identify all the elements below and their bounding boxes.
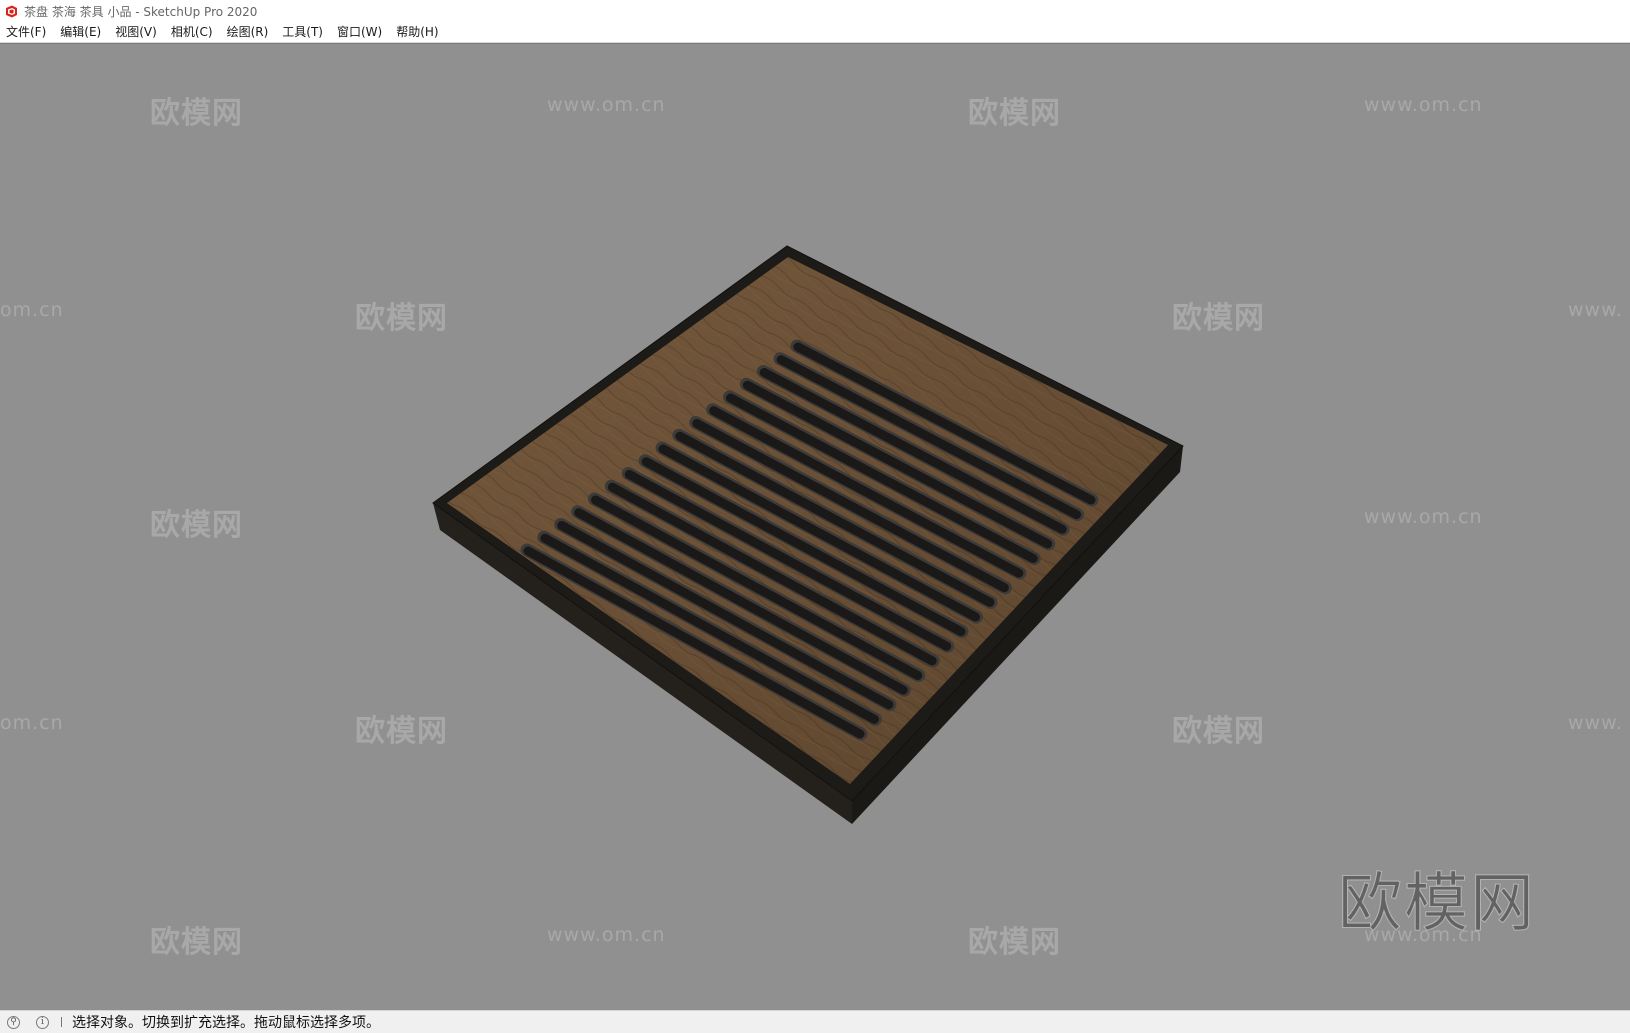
info-icon[interactable]: i <box>36 1015 49 1029</box>
tea-tray-model[interactable] <box>0 44 1630 1010</box>
menu-file[interactable]: 文件(F) <box>0 22 53 42</box>
menu-help[interactable]: 帮助(H) <box>389 22 445 42</box>
menu-bar: 文件(F) 编辑(E) 视图(V) 相机(C) 绘图(R) 工具(T) 窗口(W… <box>0 22 1630 43</box>
3d-viewport[interactable]: 欧模网 www.om.cn 欧模网 www.om.cn om.cn 欧模网 ww… <box>0 43 1630 1010</box>
menu-window[interactable]: 窗口(W) <box>330 22 389 42</box>
title-bar: 茶盘 茶海 茶具 小品 - SketchUp Pro 2020 <box>0 0 1630 22</box>
menu-view[interactable]: 视图(V) <box>108 22 164 42</box>
status-bar: ⚲ i 选择对象。切换到扩充选择。拖动鼠标选择多项。 <box>0 1010 1630 1033</box>
window-title: 茶盘 茶海 茶具 小品 - SketchUp Pro 2020 <box>24 4 258 19</box>
status-message: 选择对象。切换到扩充选择。拖动鼠标选择多项。 <box>72 1015 380 1031</box>
menu-tools[interactable]: 工具(T) <box>275 22 330 42</box>
menu-edit[interactable]: 编辑(E) <box>53 22 108 42</box>
sketchup-logo-icon <box>6 5 17 17</box>
sketchup-window: 茶盘 茶海 茶具 小品 - SketchUp Pro 2020 文件(F) 编辑… <box>0 0 1630 1033</box>
geo-location-icon[interactable]: ⚲ <box>7 1015 20 1029</box>
menu-draw[interactable]: 绘图(R) <box>220 22 276 42</box>
menu-camera[interactable]: 相机(C) <box>164 22 220 42</box>
status-separator <box>61 1017 62 1027</box>
